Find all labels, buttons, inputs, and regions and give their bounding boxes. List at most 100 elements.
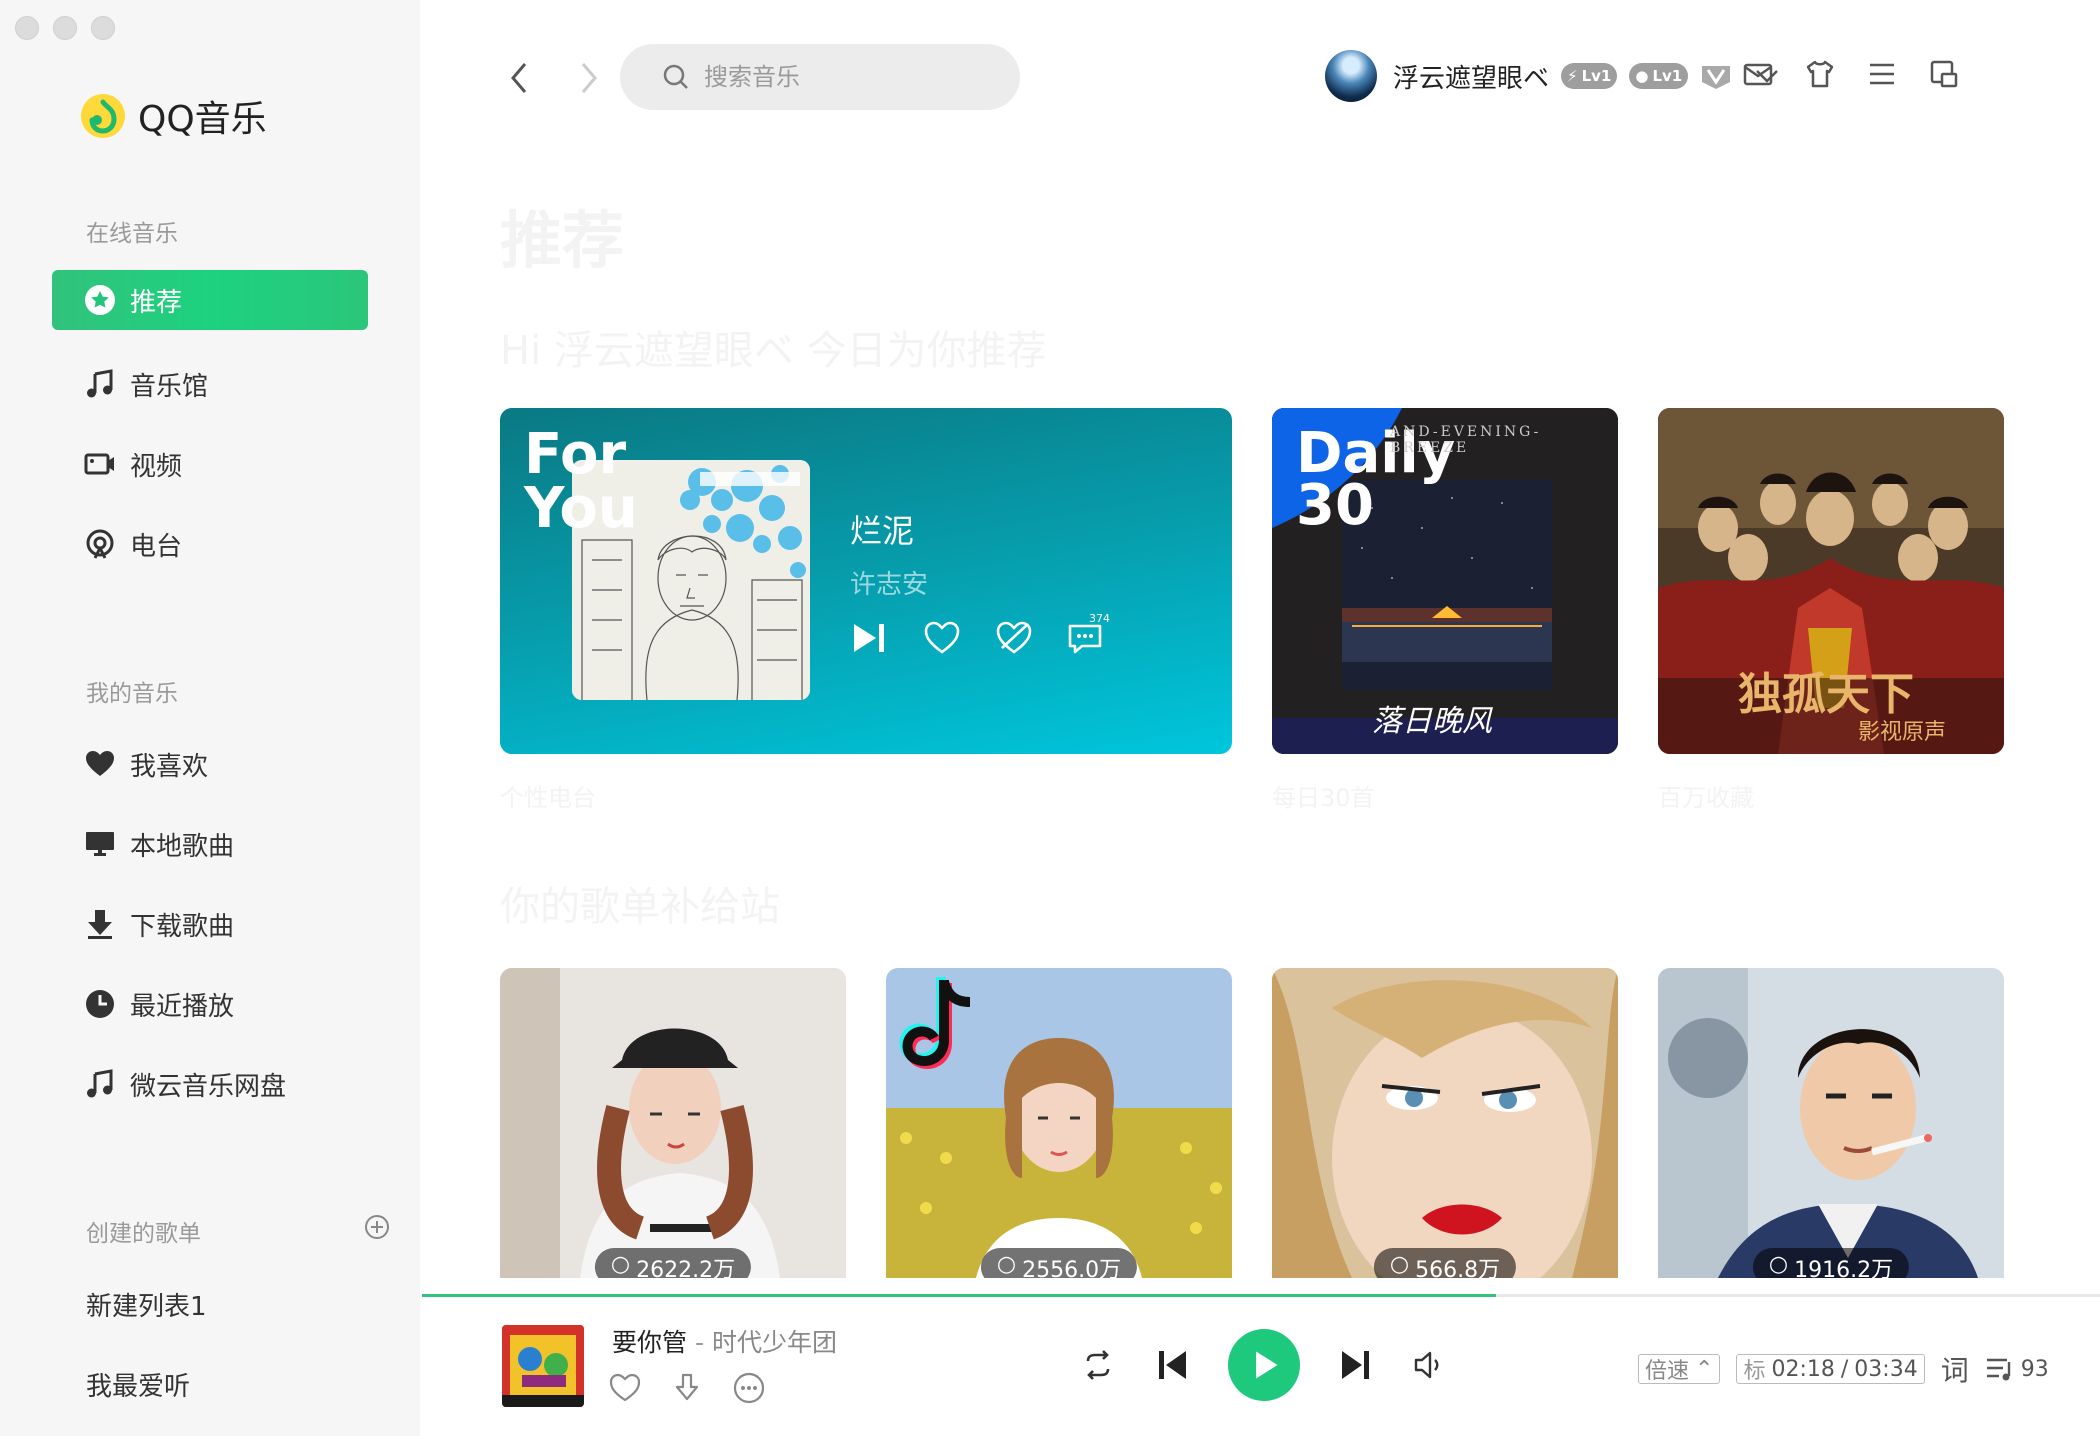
sidebar-item-cloud-disk[interactable]: 微云音乐网盘: [52, 1054, 368, 1114]
next-track-icon[interactable]: [1338, 1347, 1374, 1383]
play-count-icon: ○: [1389, 1252, 1410, 1277]
qq-music-logo-icon: [81, 94, 125, 138]
repeat-mode-icon[interactable]: [1080, 1347, 1116, 1383]
now-playing-info: 要你管 - 时代少年团: [612, 1323, 837, 1359]
previous-track-icon[interactable]: [1154, 1347, 1190, 1383]
for-you-brand: For You: [524, 422, 638, 541]
star-icon: [85, 285, 115, 315]
drama-soundtrack-card[interactable]: 独孤天下 影视原声: [1658, 408, 2004, 754]
next-play-icon[interactable]: [850, 618, 890, 658]
sidebar-item-label: 音乐馆: [130, 371, 209, 402]
player-bar: 要你管 - 时代少年团 倍速 ⌃ 标 02:18 / 03:34 词 93: [420, 1297, 2100, 1436]
mail-icon[interactable]: [1742, 58, 1774, 90]
sidebar-item-local[interactable]: 本地歌曲: [52, 814, 368, 874]
vip-diamond-icon[interactable]: [1700, 62, 1732, 90]
current-time: 02:18: [1771, 1356, 1835, 1382]
sidebar-playlist-2[interactable]: 我最爱听: [86, 1366, 190, 1403]
for-you-song-title[interactable]: 烂泥: [850, 506, 914, 552]
playlist-cover-2: [886, 968, 1232, 1278]
sidebar-item-label: 微云音乐网盘: [130, 1071, 287, 1102]
playlist-cover-1: [500, 968, 846, 1278]
close-window-button[interactable]: [15, 16, 39, 40]
daily-cover-caption: AND-EVENING-BREEZE: [1390, 424, 1542, 456]
username[interactable]: 浮云遮望眼ベ: [1393, 58, 1549, 95]
for-you-artist[interactable]: 许志安: [850, 564, 928, 601]
avatar[interactable]: [1325, 50, 1377, 102]
level-badge-vip[interactable]: ⚡ Lv1: [1561, 63, 1618, 89]
now-playing-artist[interactable]: 时代少年团: [712, 1328, 837, 1357]
sidebar-item-label: 下载歌曲: [130, 911, 235, 942]
music-note-icon: [87, 369, 113, 398]
sidebar-item-label: 我喜欢: [130, 751, 209, 782]
heart-outline-icon[interactable]: [922, 618, 962, 658]
user-info[interactable]: 浮云遮望眼ベ ⚡ Lv1 ● Lv1: [1325, 50, 1782, 102]
created-playlists-title: 创建的歌单: [86, 1221, 201, 1247]
daily-30-label[interactable]: 每日30首: [1272, 778, 1375, 813]
sidebar-item-label: 最近播放: [130, 991, 235, 1022]
level-badge-music[interactable]: ● Lv1: [1629, 63, 1689, 89]
video-icon: [84, 453, 114, 475]
lightning-icon: ⚡: [1567, 67, 1578, 85]
now-playing-cover[interactable]: [502, 1325, 584, 1407]
sidebar: QQ音乐 在线音乐 推荐 音乐馆 视频 电台 我的音乐 我喜欢 本地歌曲 下载歌…: [0, 0, 420, 1436]
sidebar-item-downloads[interactable]: 下载歌曲: [52, 894, 368, 954]
play-count-badge: ○ 2622.2万: [594, 1248, 752, 1278]
sidebar-item-recommend[interactable]: 推荐: [52, 270, 368, 330]
greeting-text: Hi 浮云遮望眼ベ 今日为你推荐: [500, 328, 1047, 374]
monitor-icon: [86, 832, 114, 856]
player-right-tools: 倍速 ⌃ 标 02:18 / 03:34 词 93: [1638, 1349, 2049, 1389]
drama-label[interactable]: 百万收藏: [1658, 778, 1754, 813]
sidebar-item-recent[interactable]: 最近播放: [52, 974, 368, 1034]
add-playlist-icon[interactable]: [364, 1214, 390, 1240]
playback-controls: [1080, 1329, 1448, 1401]
sidebar-playlist-1[interactable]: 新建列表1: [86, 1286, 207, 1323]
forward-arrow-icon[interactable]: [575, 58, 603, 98]
play-count-badge: ○ 2556.0万: [980, 1248, 1138, 1278]
dislike-heart-icon[interactable]: [994, 618, 1034, 658]
play-count-icon: ○: [996, 1252, 1017, 1277]
my-music-title: 我的音乐: [86, 681, 178, 707]
playlist-card-3[interactable]: ○ 566.8万: [1272, 968, 1618, 1278]
queue-icon: [1986, 1358, 2010, 1381]
volume-icon[interactable]: [1412, 1347, 1448, 1383]
time-display[interactable]: 标 02:18 / 03:34: [1736, 1354, 1925, 1384]
playlist-card-4[interactable]: ○ 1916.2万: [1658, 968, 2004, 1278]
zoom-window-button[interactable]: [91, 16, 115, 40]
more-icon[interactable]: [732, 1371, 766, 1405]
download-icon: [88, 910, 112, 939]
back-arrow-icon[interactable]: [505, 58, 533, 98]
skin-shirt-icon[interactable]: [1804, 58, 1836, 90]
now-playing-title[interactable]: 要你管: [612, 1328, 687, 1357]
playlist-card-2[interactable]: ○ 2556.0万: [886, 968, 1232, 1278]
header-tools: [1742, 58, 1960, 90]
sidebar-item-video[interactable]: 视频: [52, 434, 368, 494]
heart-icon: [86, 751, 114, 776]
search-icon: [663, 64, 688, 89]
play-count-icon: ○: [1768, 1252, 1789, 1277]
sidebar-item-label: 推荐: [130, 287, 183, 318]
playlist-card-1[interactable]: ○ 2622.2万: [500, 968, 846, 1278]
search-input[interactable]: [704, 63, 1004, 91]
sidebar-item-radio[interactable]: 电台: [52, 514, 368, 574]
search-box[interactable]: [620, 44, 1020, 110]
comment-button[interactable]: 374: [1066, 612, 1110, 658]
mini-mode-icon[interactable]: [1928, 58, 1960, 90]
like-icon[interactable]: [608, 1371, 642, 1405]
sidebar-item-music-hall[interactable]: 音乐馆: [52, 354, 368, 414]
app-logo: QQ音乐: [80, 90, 267, 142]
sidebar-item-favorites[interactable]: 我喜欢: [52, 734, 368, 794]
daily-30-card[interactable]: Daily 30 AND-EVENING-BREEZE 落日晚风: [1272, 408, 1618, 754]
clock-icon: [86, 990, 114, 1018]
play-count-badge: ○ 1916.2万: [1752, 1248, 1910, 1278]
for-you-card[interactable]: For You 烂泥 许志安 374: [500, 408, 1232, 754]
drama-cover-subtitle: 影视原声: [1858, 720, 1947, 745]
for-you-label[interactable]: 个性电台: [500, 778, 596, 813]
online-music-title: 在线音乐: [86, 221, 178, 247]
play-button[interactable]: [1228, 1329, 1300, 1401]
speed-selector[interactable]: 倍速 ⌃: [1638, 1354, 1721, 1384]
download-icon[interactable]: [670, 1371, 704, 1405]
lyrics-button[interactable]: 词: [1941, 1349, 1969, 1389]
minimize-window-button[interactable]: [53, 16, 77, 40]
playlist-queue-button[interactable]: 93: [1985, 1354, 2049, 1384]
menu-icon[interactable]: [1866, 58, 1898, 90]
